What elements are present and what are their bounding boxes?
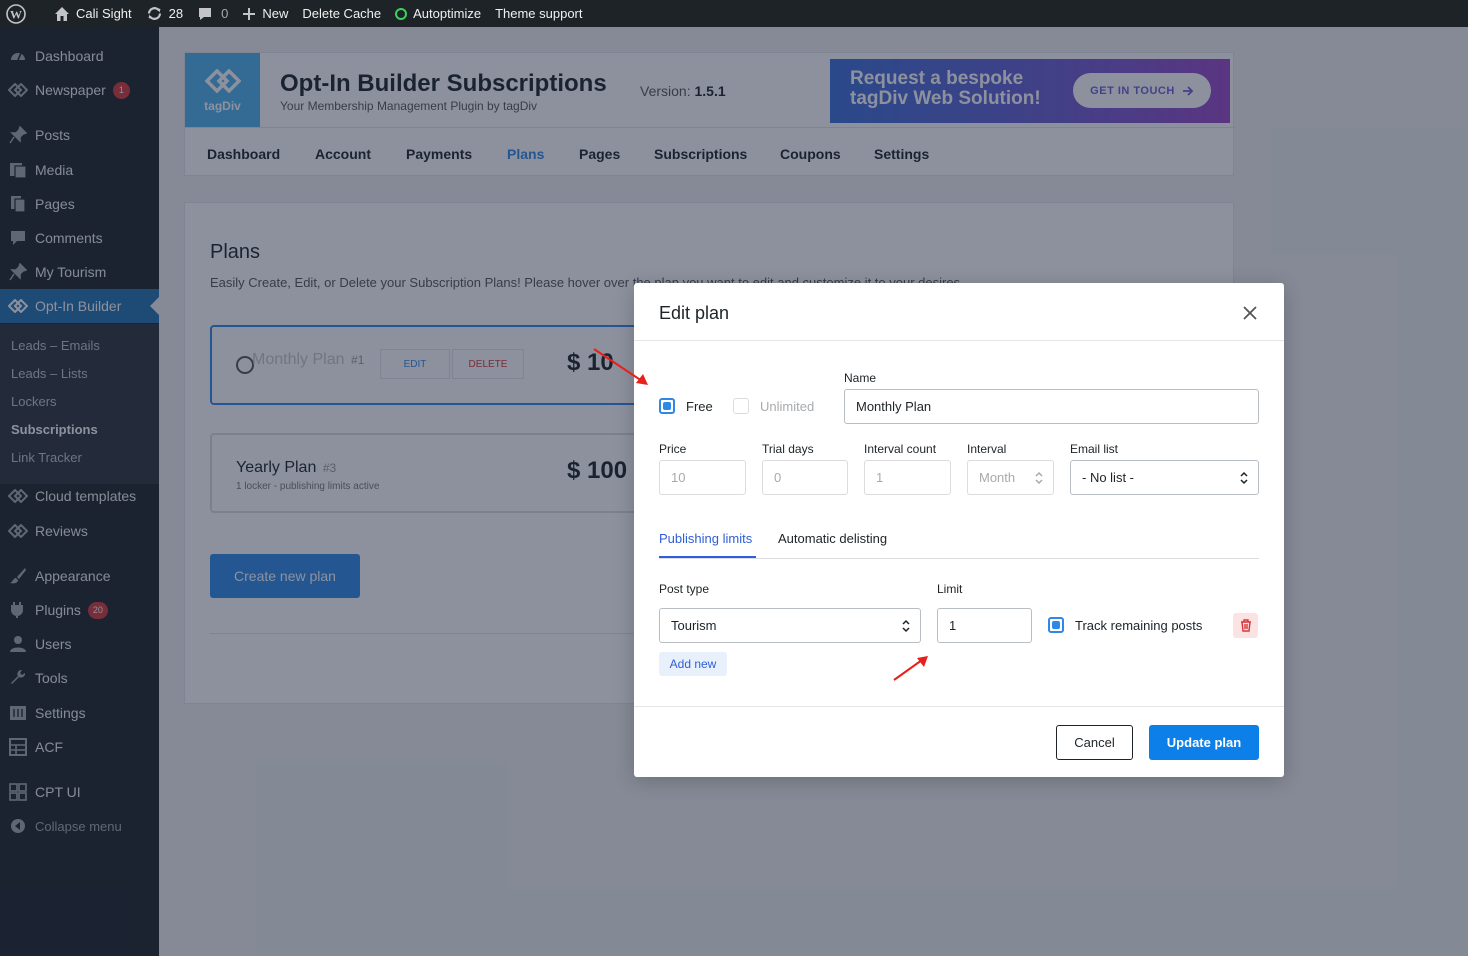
post-type-value: Tourism — [671, 618, 717, 633]
tab-divider — [659, 558, 1259, 559]
price-label: Price — [659, 442, 687, 456]
name-label: Name — [844, 371, 877, 385]
chevron-updown-icon — [1240, 471, 1248, 485]
unlimited-label: Unlimited — [760, 398, 815, 414]
cancel-button[interactable]: Cancel — [1056, 725, 1133, 760]
plan-name-input[interactable] — [844, 389, 1259, 424]
delete-cache-link[interactable]: Delete Cache — [295, 0, 388, 27]
tab-automatic-delisting[interactable]: Automatic delisting — [778, 531, 887, 546]
plus-icon — [243, 7, 256, 20]
new-content-link[interactable]: New — [235, 0, 295, 27]
trash-icon — [1240, 619, 1251, 632]
admin-bar: W Cali Sight 28 0 New Delete Cache Autop… — [0, 0, 1468, 27]
annotation-arrow-icon — [893, 656, 928, 681]
limit-label: Limit — [937, 582, 963, 596]
post-type-label: Post type — [659, 582, 710, 596]
autoptimize-link[interactable]: Autoptimize — [388, 0, 488, 27]
theme-support-link[interactable]: Theme support — [488, 0, 589, 27]
chevron-updown-icon — [902, 619, 910, 633]
trial-days-input[interactable] — [762, 460, 848, 495]
post-type-select[interactable]: Tourism — [659, 608, 921, 643]
checkbox-checked-icon — [1048, 617, 1064, 633]
home-icon — [55, 6, 69, 21]
email-list-label: Email list — [1070, 442, 1119, 456]
status-dot-icon — [395, 7, 408, 20]
modal-title: Edit plan — [659, 303, 730, 323]
theme-support-label: Theme support — [495, 6, 583, 21]
annotation-arrow-icon — [593, 348, 648, 385]
updates-count: 28 — [168, 6, 184, 21]
checkbox-checked-icon — [659, 398, 675, 414]
updates-link[interactable]: 28 — [139, 0, 190, 27]
comments-count: 0 — [221, 6, 229, 21]
footer-divider — [634, 706, 1284, 707]
trial-days-label: Trial days — [762, 442, 814, 456]
unlimited-checkbox[interactable]: Unlimited — [733, 398, 814, 414]
email-list-select[interactable]: - No list - — [1070, 460, 1259, 495]
tab-publishing-limits[interactable]: Publishing limits — [659, 531, 752, 546]
modal-header: Edit plan — [634, 283, 1284, 341]
updates-icon — [147, 7, 161, 20]
checkbox-unchecked-icon — [733, 398, 749, 414]
new-label: New — [262, 6, 289, 21]
interval-count-label: Interval count — [864, 442, 937, 456]
comment-icon — [199, 7, 212, 20]
email-list-value: - No list - — [1082, 470, 1134, 485]
chevron-updown-icon — [1035, 471, 1043, 485]
track-remaining-checkbox[interactable]: Track remaining posts — [1048, 617, 1202, 633]
comments-link[interactable]: 0 — [190, 0, 235, 27]
svg-text:W: W — [10, 7, 22, 21]
edit-plan-modal: Edit plan Free Unlimited Name Price Tria… — [634, 283, 1284, 777]
limit-input[interactable] — [937, 608, 1032, 643]
site-name: Cali Sight — [76, 6, 132, 21]
interval-value: Month — [979, 470, 1016, 485]
track-remaining-label: Track remaining posts — [1075, 617, 1203, 633]
delete-limit-button[interactable] — [1233, 613, 1258, 638]
interval-label: Interval — [967, 442, 1007, 456]
price-input[interactable] — [659, 460, 746, 495]
close-icon[interactable] — [1240, 303, 1260, 323]
free-checkbox[interactable]: Free — [659, 398, 713, 414]
free-label: Free — [686, 398, 713, 414]
wordpress-logo-icon[interactable]: W — [0, 0, 39, 27]
delete-cache-label: Delete Cache — [302, 6, 382, 21]
site-name-link[interactable]: Cali Sight — [47, 0, 139, 27]
autoptimize-label: Autoptimize — [413, 6, 482, 21]
interval-count-input[interactable] — [864, 460, 951, 495]
add-new-limit-button[interactable]: Add new — [659, 652, 727, 676]
update-plan-button[interactable]: Update plan — [1149, 725, 1259, 760]
interval-select[interactable]: Month — [967, 460, 1054, 495]
